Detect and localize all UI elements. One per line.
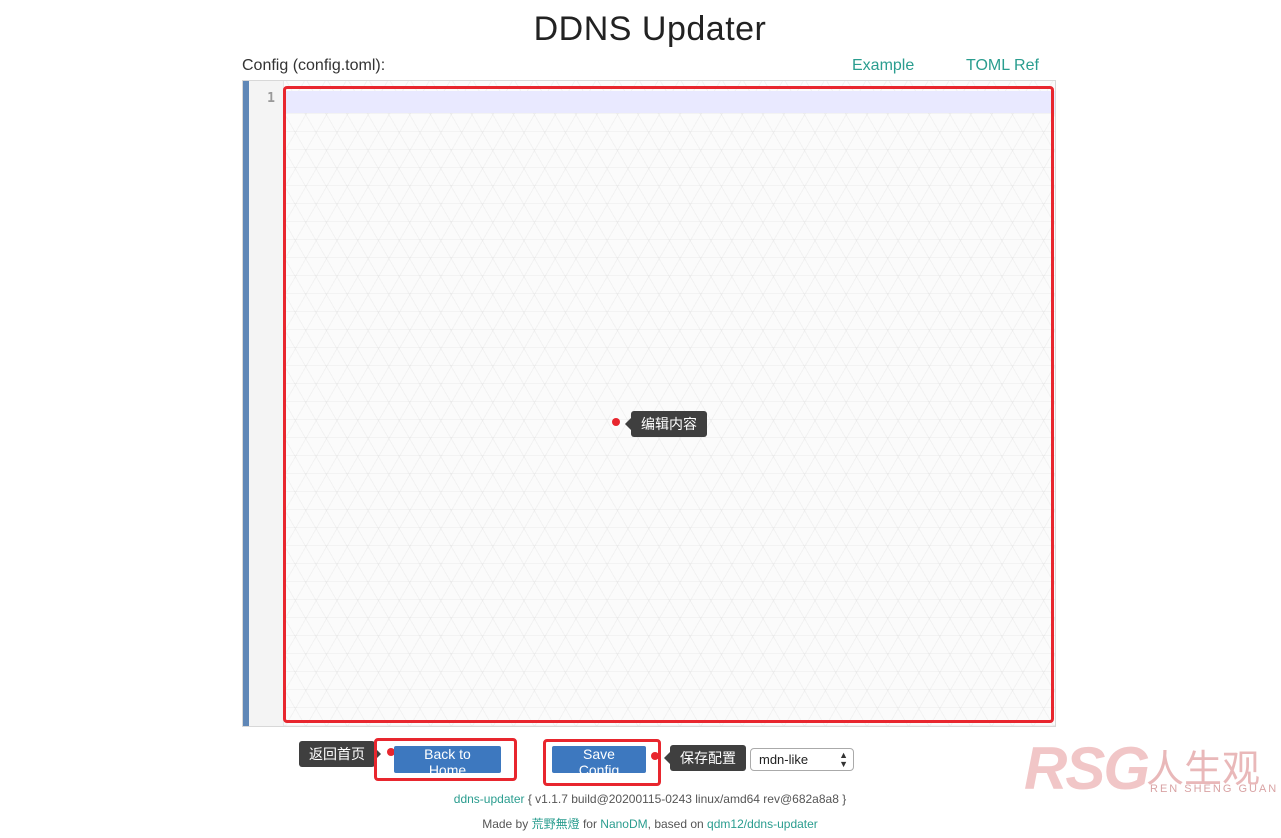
back-to-home-button[interactable]: Back to Home: [394, 746, 501, 778]
save-config-annotation-tooltip: 保存配置: [664, 745, 746, 771]
based-on-text: , based on: [647, 817, 704, 831]
ddns-updater-link[interactable]: ddns-updater: [454, 792, 525, 806]
example-link[interactable]: Example: [852, 57, 914, 75]
editor-highlight-box: [283, 86, 1054, 723]
made-by-text: Made by: [482, 817, 529, 831]
page-title: DDNS Updater: [533, 10, 767, 48]
footer-credits-line: Made by 荒野無燈 for NanoDM, based on qdm12/…: [0, 815, 1281, 832]
watermark-en-text: REN SHENG GUAN: [1150, 783, 1279, 795]
theme-select[interactable]: mdn-like ▲ ▼: [750, 748, 854, 771]
save-config-button[interactable]: Save Config: [552, 746, 646, 778]
theme-select-value: mdn-like: [759, 752, 809, 767]
editor-annotation-tooltip: 编辑内容: [625, 411, 707, 437]
select-arrows-icon: ▲ ▼: [839, 750, 848, 769]
line-number: 1: [267, 91, 275, 106]
save-config-annotation-dot: [651, 752, 659, 760]
author-link[interactable]: 荒野無燈: [532, 817, 580, 831]
nanodm-link[interactable]: NanoDM: [600, 817, 647, 831]
editor-annotation-dot: [612, 418, 620, 426]
back-home-annotation-tooltip: 返回首页: [299, 741, 381, 767]
watermark-logo: RSG 人生观 REN SHENG GUAN: [1024, 734, 1280, 804]
upstream-repo-link[interactable]: qdm12/ddns-updater: [707, 817, 818, 831]
editor-gutter: 1: [249, 81, 284, 726]
toml-ref-link[interactable]: TOML Ref: [966, 57, 1039, 75]
version-text: { v1.1.7 build@20200115-0243 linux/amd64…: [527, 792, 847, 806]
config-label: Config (config.toml):: [242, 57, 386, 74]
watermark-rsg-text: RSG: [1024, 735, 1150, 802]
for-text: for: [582, 817, 597, 831]
